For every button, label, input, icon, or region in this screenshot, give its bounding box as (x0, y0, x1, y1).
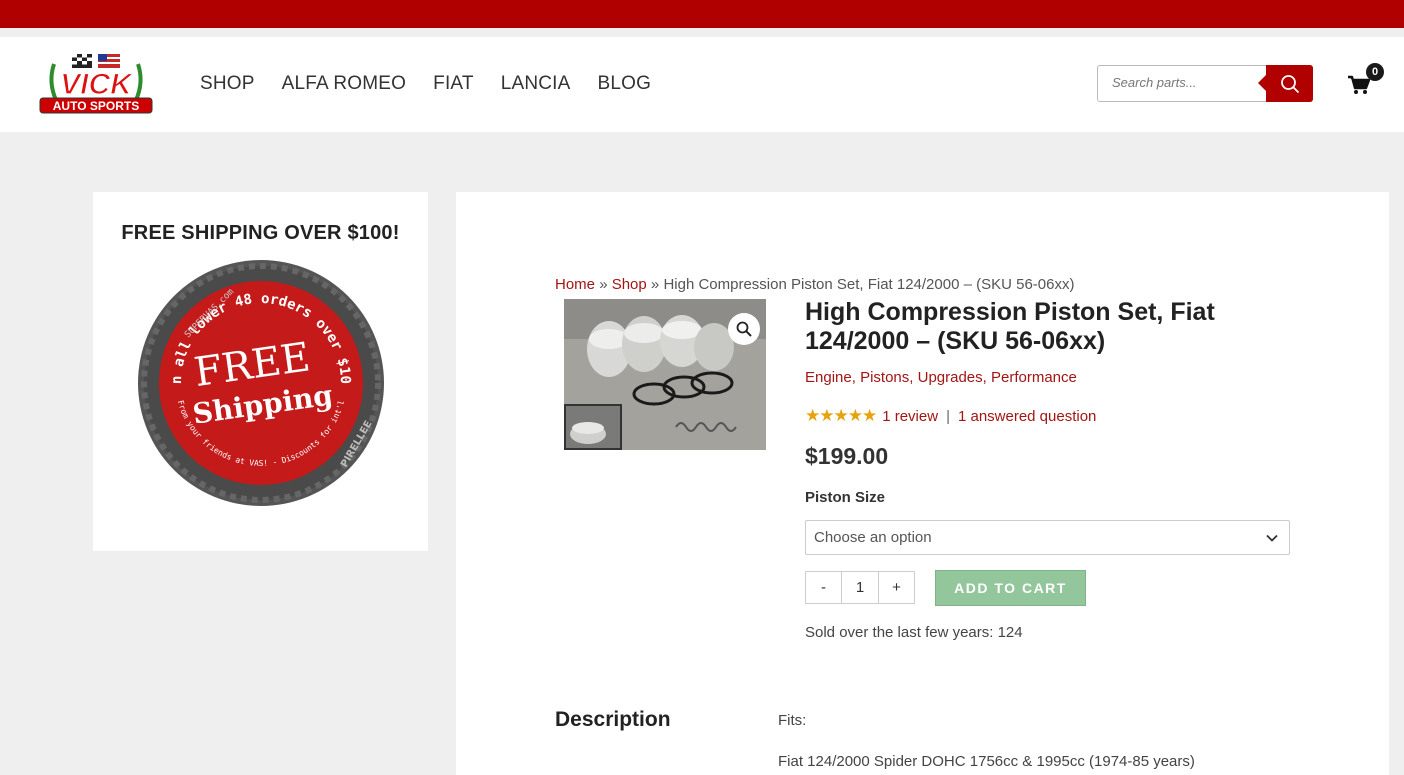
piston-size-label: Piston Size (805, 489, 886, 506)
category-link[interactable]: Engine (805, 369, 852, 386)
piston-size-select[interactable]: Choose an option (805, 520, 1290, 555)
sold-count-text: Sold over the last few years: 124 (805, 624, 1023, 641)
product-price: $199.00 (805, 443, 889, 469)
product-main: Home » Shop » High Compression Piston Se… (456, 192, 1389, 775)
breadcrumb: Home » Shop » High Compression Piston Se… (555, 276, 1074, 293)
chevron-down-icon (1266, 534, 1278, 542)
search-button[interactable] (1258, 65, 1313, 102)
breadcrumb-home[interactable]: Home (555, 276, 595, 293)
breadcrumb-shop[interactable]: Shop (612, 276, 647, 293)
quantity-input[interactable]: 1 (842, 572, 879, 603)
nav-alfa-romeo[interactable]: ALFA ROMEO (282, 73, 406, 95)
add-to-cart-button[interactable]: ADD TO CART (935, 570, 1086, 606)
quantity-increase-button[interactable]: + (879, 572, 914, 603)
search-box (1097, 65, 1313, 102)
nav-fiat[interactable]: FIAT (433, 73, 474, 95)
breadcrumb-separator: » (599, 276, 608, 293)
search-input[interactable] (1112, 75, 1262, 90)
category-link[interactable]: Upgrades (918, 369, 983, 386)
free-shipping-title: FREE SHIPPING OVER $100! (121, 222, 400, 244)
rating-divider: | (946, 407, 950, 425)
questions-link[interactable]: 1 answered question (958, 408, 1096, 425)
cart-icon (1348, 75, 1371, 94)
site-header: VICK AUTO SPORTS SHOP ALFA ROMEO FIAT LA… (0, 37, 1404, 132)
quantity-stepper: - 1 + (805, 571, 915, 604)
select-value: Choose an option (814, 529, 932, 546)
category-link[interactable]: Pistons (860, 369, 909, 386)
description-heading[interactable]: Description (555, 708, 671, 732)
product-title: High Compression Piston Set, Fiat 124/20… (805, 298, 1215, 355)
nav-shop[interactable]: SHOP (200, 73, 255, 95)
product-thumbnail[interactable] (564, 404, 622, 450)
fits-label: Fits: (778, 712, 807, 729)
magnifier-icon (736, 321, 752, 337)
nav-blog[interactable]: BLOG (598, 73, 652, 95)
zoom-button[interactable] (728, 313, 760, 345)
breadcrumb-separator: » (650, 276, 660, 293)
sidebar-promo: FREE SHIPPING OVER $100! On all lower 48… (93, 192, 428, 551)
category-link[interactable]: Performance (991, 369, 1077, 386)
search-icon (1280, 74, 1299, 93)
cart-count-badge: 0 (1366, 63, 1384, 81)
product-image[interactable] (564, 299, 766, 450)
logo-text-bottom: AUTO SPORTS (53, 99, 139, 113)
product-categories: Engine, Pistons, Upgrades, Performance (805, 369, 1077, 386)
free-shipping-badge[interactable]: On all lower 48 orders over $100 From yo… (132, 246, 386, 508)
reviews-link[interactable]: 1 review (882, 408, 938, 425)
main-nav: SHOP ALFA ROMEO FIAT LANCIA BLOG (200, 73, 651, 95)
nav-lancia[interactable]: LANCIA (501, 73, 571, 95)
fits-detail: Fiat 124/2000 Spider DOHC 1756cc & 1995c… (778, 753, 1195, 770)
star-rating-icon: ★★★★★ (805, 406, 877, 425)
top-accent-bar (0, 0, 1404, 28)
product-rating: ★★★★★ 1 review | 1 answered question (805, 406, 1096, 426)
quantity-decrease-button[interactable]: - (806, 572, 842, 603)
breadcrumb-current: High Compression Piston Set, Fiat 124/20… (663, 276, 1075, 293)
logo-text-top: VICK (60, 68, 134, 101)
site-logo[interactable]: VICK AUTO SPORTS (36, 52, 156, 117)
